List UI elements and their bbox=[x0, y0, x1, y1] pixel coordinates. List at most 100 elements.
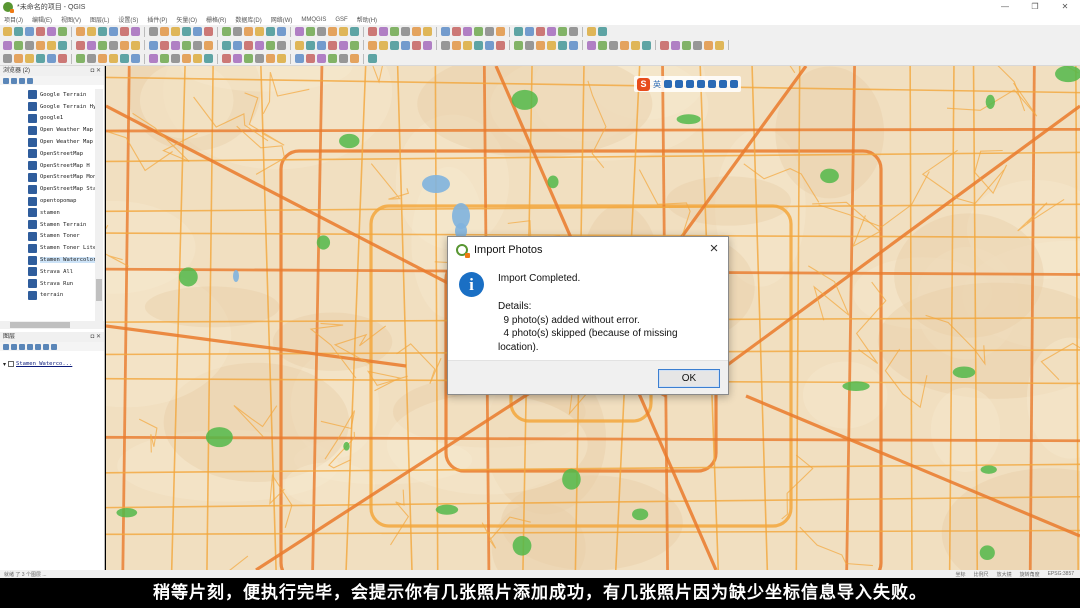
toolbar-tool-icon[interactable] bbox=[14, 54, 23, 63]
ime-mode-toggle[interactable]: 英 bbox=[653, 79, 661, 90]
toolbar-tool-icon[interactable] bbox=[295, 54, 304, 63]
toolbar-tool-icon[interactable] bbox=[109, 27, 118, 36]
maximize-button[interactable]: ❐ bbox=[1020, 0, 1050, 14]
toolbar-tool-icon[interactable] bbox=[496, 27, 505, 36]
toolbar-tool-icon[interactable] bbox=[204, 54, 213, 63]
toolbar-tool-icon[interactable] bbox=[474, 27, 483, 36]
menu-settings[interactable]: 设置(S) bbox=[118, 15, 138, 24]
toolbar-tool-icon[interactable] bbox=[368, 54, 377, 63]
layer-visibility-checkbox[interactable] bbox=[8, 361, 15, 367]
browser-item[interactable]: Open Weather Map bbox=[0, 136, 104, 148]
toolbar-tool-icon[interactable] bbox=[76, 27, 85, 36]
toolbar-tool-icon[interactable] bbox=[149, 40, 158, 50]
toolbar-tool-icon[interactable] bbox=[715, 40, 724, 50]
toolbar-tool-icon[interactable] bbox=[58, 54, 67, 63]
toolbar-tool-icon[interactable] bbox=[339, 54, 348, 63]
toolbar-tool-icon[interactable] bbox=[295, 27, 304, 36]
toolbar-tool-icon[interactable] bbox=[171, 40, 180, 50]
toolbar-tool-icon[interactable] bbox=[25, 54, 34, 63]
toolbar-tool-icon[interactable] bbox=[587, 40, 596, 50]
toolbar-tool-icon[interactable] bbox=[536, 27, 545, 36]
toolbar-tool-icon[interactable] bbox=[547, 40, 556, 50]
toolbar-tool-icon[interactable] bbox=[36, 54, 45, 63]
toolbar-tool-icon[interactable] bbox=[204, 40, 213, 50]
toolbar-tool-icon[interactable] bbox=[317, 40, 326, 50]
toolbar-tool-icon[interactable] bbox=[277, 54, 286, 63]
toolbar-tool-icon[interactable] bbox=[693, 40, 702, 50]
toolbar-tool-icon[interactable] bbox=[569, 27, 578, 36]
toolbar-tool-icon[interactable] bbox=[160, 27, 169, 36]
toolbar-tool-icon[interactable] bbox=[266, 40, 275, 50]
toolbar-tool-icon[interactable] bbox=[598, 27, 607, 36]
toolbar-tool-icon[interactable] bbox=[233, 54, 242, 63]
shirt-icon[interactable] bbox=[719, 80, 727, 88]
menu-edit[interactable]: 编辑(E) bbox=[32, 15, 52, 24]
toolbar-tool-icon[interactable] bbox=[182, 40, 191, 50]
toolbar-tool-icon[interactable] bbox=[3, 27, 12, 36]
toolbar-tool-icon[interactable] bbox=[3, 40, 12, 50]
toolbar-tool-icon[interactable] bbox=[558, 40, 567, 50]
browser-item[interactable]: stamen bbox=[0, 207, 104, 219]
menu-project[interactable]: 项目(J) bbox=[4, 15, 23, 24]
toolbar-tool-icon[interactable] bbox=[317, 54, 326, 63]
browser-item[interactable]: opentopomap bbox=[0, 195, 104, 207]
toolbar-tool-icon[interactable] bbox=[36, 27, 45, 36]
toolbar-tool-icon[interactable] bbox=[266, 27, 275, 36]
crs-button[interactable]: EPSG:3857 bbox=[1048, 571, 1074, 577]
toolbar-tool-icon[interactable] bbox=[120, 54, 129, 63]
browser-item[interactable]: Open Weather Map bbox=[0, 124, 104, 136]
menu-help[interactable]: 帮助(H) bbox=[357, 15, 377, 24]
toolbar-tool-icon[interactable] bbox=[244, 54, 253, 63]
toolbar-tool-icon[interactable] bbox=[204, 27, 213, 36]
toolbar-tool-icon[interactable] bbox=[233, 27, 242, 36]
browser-horizontal-scrollbar[interactable] bbox=[0, 321, 104, 329]
tools-icon[interactable] bbox=[730, 80, 738, 88]
toolbar-tool-icon[interactable] bbox=[255, 54, 264, 63]
toolbar-tool-icon[interactable] bbox=[14, 27, 23, 36]
toolbar-tool-icon[interactable] bbox=[368, 40, 377, 50]
expand-all-icon[interactable] bbox=[35, 343, 41, 350]
expand-arrow-icon[interactable]: ▾ bbox=[3, 361, 6, 368]
toolbar-tool-icon[interactable] bbox=[350, 27, 359, 36]
filter-legend-icon[interactable] bbox=[27, 343, 33, 350]
toolbar-tool-icon[interactable] bbox=[642, 40, 651, 50]
toolbar-tool-icon[interactable] bbox=[14, 40, 23, 50]
toolbar-tool-icon[interactable] bbox=[317, 27, 326, 36]
filter-icon[interactable] bbox=[11, 77, 17, 84]
toolbar-tool-icon[interactable] bbox=[222, 40, 231, 50]
toolbar-tool-icon[interactable] bbox=[631, 40, 640, 50]
toolbar-tool-icon[interactable] bbox=[25, 27, 34, 36]
toolbar-tool-icon[interactable] bbox=[244, 40, 253, 50]
microphone-icon[interactable] bbox=[686, 80, 694, 88]
toolbar-tool-icon[interactable] bbox=[295, 40, 304, 50]
toolbar-tool-icon[interactable] bbox=[423, 40, 432, 50]
toolbar-tool-icon[interactable] bbox=[328, 27, 337, 36]
toolbar-tool-icon[interactable] bbox=[620, 40, 629, 50]
toolbar-tool-icon[interactable] bbox=[704, 40, 713, 50]
toolbar-tool-icon[interactable] bbox=[244, 27, 253, 36]
toolbar-tool-icon[interactable] bbox=[671, 40, 680, 50]
toolbar-tool-icon[interactable] bbox=[682, 40, 691, 50]
toolbar-tool-icon[interactable] bbox=[36, 40, 45, 50]
toolbar-tool-icon[interactable] bbox=[463, 40, 472, 50]
toolbar-tool-icon[interactable] bbox=[266, 54, 275, 63]
toolbar-tool-icon[interactable] bbox=[412, 40, 421, 50]
toolbar-tool-icon[interactable] bbox=[514, 27, 523, 36]
toolbar-tool-icon[interactable] bbox=[452, 40, 461, 50]
toolbar-tool-icon[interactable] bbox=[120, 40, 129, 50]
menu-web[interactable]: 网络(W) bbox=[271, 15, 293, 24]
eye-icon[interactable] bbox=[19, 343, 25, 350]
browser-item[interactable]: Google Terrain Hybrid bbox=[0, 101, 104, 113]
toolbar-tool-icon[interactable] bbox=[401, 40, 410, 50]
toolbar-tool-icon[interactable] bbox=[350, 54, 359, 63]
browser-item[interactable]: Stamen Terrain bbox=[0, 219, 104, 231]
toolbar-tool-icon[interactable] bbox=[87, 27, 96, 36]
collapse-icon[interactable] bbox=[19, 77, 25, 84]
toolbar-tool-icon[interactable] bbox=[277, 40, 286, 50]
toolbar-tool-icon[interactable] bbox=[277, 27, 286, 36]
toolbar-tool-icon[interactable] bbox=[401, 27, 410, 36]
collapse-all-icon[interactable] bbox=[43, 343, 49, 350]
toolbar-tool-icon[interactable] bbox=[171, 27, 180, 36]
toolbar-tool-icon[interactable] bbox=[328, 40, 337, 50]
menu-raster[interactable]: 栅格(R) bbox=[206, 15, 226, 24]
